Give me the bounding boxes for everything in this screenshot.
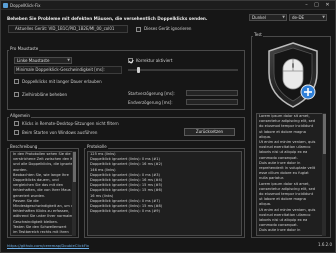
count-behaviour-checkbox[interactable] <box>14 92 19 97</box>
chevron-down-icon: ▼ <box>322 15 325 19</box>
shield-icon <box>268 42 318 108</box>
min-speed-slider-thumb[interactable] <box>136 67 140 73</box>
remote-desktop-checkbox[interactable] <box>14 121 19 126</box>
per-button-group-title: Pro Maustaste <box>9 46 40 51</box>
current-device-label: Aktuelles Gerät: VID_1B1C/PID_1B2E/MI_00… <box>15 26 115 31</box>
window-title: DoppelKlick-Fix <box>10 3 41 8</box>
ignore-device-checkbox[interactable] <box>136 27 141 32</box>
title-bar: DoppelKlick-Fix – □ ✕ <box>1 1 335 10</box>
general-group-title: Allgemein <box>9 113 31 118</box>
test-group-title: Test <box>253 32 263 37</box>
min-speed-label: Minimale Doppelklick-Geschwindigkeit [ms… <box>16 67 105 72</box>
app-window: DoppelKlick-Fix – □ ✕ Beheben Sie Proble… <box>0 0 336 253</box>
min-speed-slider-track[interactable] <box>128 69 238 71</box>
autostart-label: Beim Starten von Windows ausführen <box>22 130 98 135</box>
allow-long-clicks-checkbox[interactable] <box>14 79 19 84</box>
correction-label: Korrektur aktiviert <box>136 58 173 63</box>
reset-button[interactable]: Zurücksetzen <box>184 128 235 136</box>
description-line: und alle Doppelklicks, die ignoriert <box>13 162 76 167</box>
count-behaviour-label: Zielhirobläne beheben <box>22 92 67 97</box>
description-line: während Sie unter Ihrer normalen <box>13 214 74 219</box>
description-line: im Testbereich rechts mit Ihren <box>13 230 69 235</box>
github-link[interactable]: https://github.com/ceremap/DoubleClickFi… <box>7 243 89 248</box>
autostart-checkbox[interactable] <box>14 130 19 135</box>
description-group-title: Beschreibung <box>9 144 39 149</box>
headline: Beheben Sie Probleme mit defekten Mäusen… <box>7 16 208 21</box>
minimize-button[interactable]: – <box>302 2 311 8</box>
end-delay-input[interactable] <box>186 99 238 105</box>
description-panel: In den Protokollen sehen Sie die verstric… <box>10 151 76 236</box>
chevron-down-icon: ▼ <box>282 15 285 19</box>
mouse-button-select[interactable]: Linke Maustaste ▼ <box>14 57 72 64</box>
allow-long-clicks-label: Doppelklicks mit langer Dauer erlauben <box>22 79 102 84</box>
start-delay-label: Startverzögerung [ms]: <box>128 91 175 96</box>
test-scrollbar[interactable] <box>322 113 326 236</box>
close-button[interactable]: ✕ <box>323 2 332 8</box>
chevron-down-icon: ▼ <box>67 58 70 62</box>
log-group-title: Protokolle <box>86 144 108 149</box>
mouse-button-select-value: Linke Maustaste <box>17 58 50 63</box>
ignore-device-label: Dieses Gerät ignorieren <box>144 26 192 31</box>
end-delay-label: Endverzögerung [ms]: <box>128 100 173 105</box>
log-panel: 125 ms (links) Doppelklick ignoriert (lin… <box>87 151 242 236</box>
app-icon <box>3 3 8 8</box>
correction-checkbox[interactable] <box>128 58 133 63</box>
mouse-icon <box>282 58 304 90</box>
plus-badge-icon <box>300 84 316 100</box>
test-text-line: Duis aute irure dolor in <box>259 228 301 233</box>
test-panel[interactable]: Lorem ipsum dolor sit amet, consectetur a… <box>256 113 326 236</box>
remote-desktop-label: Klicks in Remote-Desktop-Sitzungen nicht… <box>22 121 119 126</box>
description-scrollbar[interactable] <box>72 151 76 236</box>
language-select[interactable]: de-DE ▼ <box>289 14 327 21</box>
test-scroll-thumb[interactable] <box>322 114 326 154</box>
description-scroll-thumb[interactable] <box>72 152 76 182</box>
theme-select-value: Dunkel <box>252 15 266 20</box>
version-label: 1.6.2.0 <box>318 242 332 247</box>
description-line: fehlerhaften, die von Ihrer Maus <box>13 188 71 193</box>
start-delay-input[interactable] <box>186 90 238 96</box>
log-line: Doppelklick ignoriert (links): 0 ms (#9) <box>90 209 160 214</box>
language-select-value: de-DE <box>292 15 305 20</box>
maximize-button[interactable]: □ <box>312 2 321 8</box>
theme-select[interactable]: Dunkel ▼ <box>249 14 287 21</box>
